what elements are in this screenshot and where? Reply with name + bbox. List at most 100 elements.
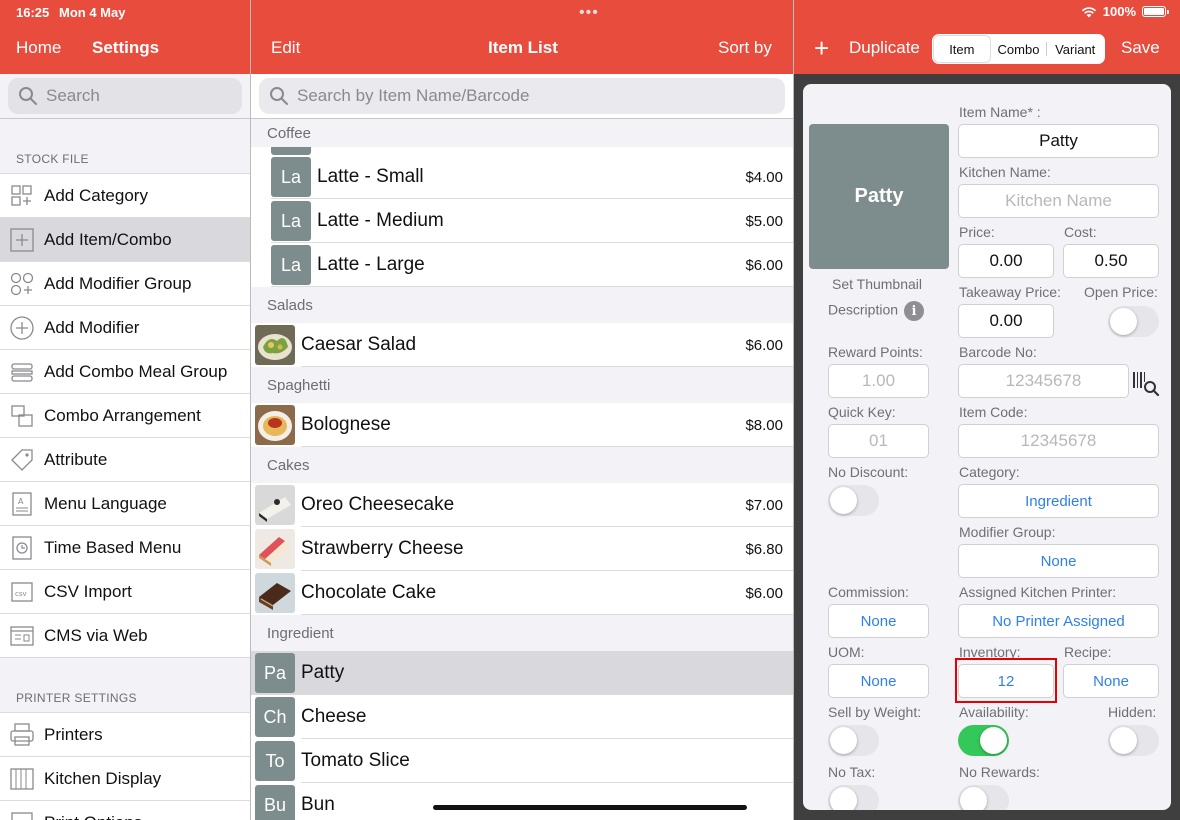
- save-button[interactable]: Save: [1121, 38, 1160, 58]
- uom-button[interactable]: None: [828, 664, 929, 698]
- kitchen-name-label: Kitchen Name:: [959, 164, 1051, 180]
- item-thumbnail[interactable]: Patty: [809, 124, 949, 269]
- reward-points-field[interactable]: 1.00: [828, 364, 929, 398]
- sidebar-item-csv-import[interactable]: csv CSV Import: [0, 570, 250, 614]
- no-rewards-label: No Rewards:: [959, 764, 1040, 780]
- modifier-group-button[interactable]: None: [958, 544, 1159, 578]
- sidebar-item-label: CSV Import: [44, 581, 132, 601]
- sidebar-item-attribute[interactable]: Attribute: [0, 438, 250, 482]
- item-price: $6.00: [745, 256, 783, 274]
- category-button[interactable]: Ingredient: [958, 484, 1159, 518]
- sidebar-item-label: Add Item/Combo: [44, 229, 172, 249]
- sidebar-item-label: CMS via Web: [44, 625, 148, 645]
- list-item[interactable]: La Latte - Medium $5.00: [251, 199, 793, 243]
- modifier-group-icon: [9, 271, 35, 297]
- sidebar-search-field[interactable]: Search: [8, 78, 242, 114]
- stock-file-menu: Add Category Add Item/Combo Add Modifier G…: [0, 173, 250, 658]
- item-name: Latte - Large: [317, 254, 425, 275]
- sell-by-weight-toggle[interactable]: [828, 725, 879, 756]
- cost-label: Cost:: [1064, 224, 1097, 240]
- multitasking-dots-icon[interactable]: •••: [579, 4, 599, 22]
- item-name: Patty: [301, 662, 345, 683]
- list-item[interactable]: Ch Cheese: [251, 695, 793, 739]
- list-item[interactable]: La Latte - Large $6.00: [251, 243, 793, 287]
- segment-combo[interactable]: Combo: [991, 36, 1047, 62]
- section-header-printer-settings: PRINTER SETTINGS: [16, 691, 137, 705]
- segment-item[interactable]: Item: [934, 36, 990, 62]
- commission-button[interactable]: None: [828, 604, 929, 638]
- category-header: Coffee: [251, 119, 793, 147]
- sidebar-item-label: Kitchen Display: [44, 768, 162, 788]
- csv-icon: csv: [9, 579, 35, 605]
- sidebar-item-add-category[interactable]: Add Category: [0, 174, 250, 218]
- sidebar-item-combo-arrangement[interactable]: Combo Arrangement: [0, 394, 250, 438]
- quick-key-field[interactable]: 01: [828, 424, 929, 458]
- list-item[interactable]: Pa Patty: [251, 651, 793, 695]
- plus-square-icon: [9, 227, 35, 253]
- item-name-field[interactable]: Patty: [958, 124, 1159, 158]
- item-price: $6.00: [745, 584, 783, 602]
- barcode-field[interactable]: 12345678: [958, 364, 1129, 398]
- home-indicator: [433, 805, 747, 810]
- item-search-field[interactable]: Search by Item Name/Barcode: [259, 78, 785, 114]
- home-button[interactable]: Home: [16, 38, 61, 58]
- item-code-field[interactable]: 12345678: [958, 424, 1159, 458]
- list-item[interactable]: Chocolate Cake $6.00: [251, 571, 793, 615]
- open-price-toggle[interactable]: [1108, 306, 1159, 337]
- list-item[interactable]: Strawberry Cheese $6.80: [251, 527, 793, 571]
- settings-sidebar: Search STOCK FILE Add Category Add Item/C…: [0, 74, 250, 820]
- edit-button[interactable]: Edit: [271, 38, 300, 58]
- no-tax-toggle[interactable]: [828, 785, 879, 810]
- sidebar-item-add-combo-meal-group[interactable]: Add Combo Meal Group: [0, 350, 250, 394]
- availability-toggle[interactable]: [958, 725, 1009, 756]
- sort-by-button[interactable]: Sort by: [718, 38, 772, 58]
- language-icon: A: [9, 491, 35, 517]
- list-item[interactable]: Bolognese $8.00: [251, 403, 793, 447]
- item-thumbnail-image: [255, 573, 295, 613]
- kitchen-printer-button[interactable]: No Printer Assigned: [958, 604, 1159, 638]
- recipe-button[interactable]: None: [1063, 664, 1159, 698]
- wifi-icon: [1081, 6, 1096, 17]
- sidebar-item-cms-via-web[interactable]: CMS via Web: [0, 614, 250, 658]
- kitchen-name-field[interactable]: Kitchen Name: [958, 184, 1159, 218]
- commission-label: Commission:: [828, 584, 909, 600]
- item-thumbnail-image: [255, 405, 295, 445]
- sidebar-item-time-based-menu[interactable]: Time Based Menu: [0, 526, 250, 570]
- sidebar-item-add-item-combo[interactable]: Add Item/Combo: [0, 218, 250, 262]
- no-rewards-toggle[interactable]: [958, 785, 1009, 810]
- sidebar-item-label: Menu Language: [44, 493, 167, 513]
- sidebar-item-add-modifier[interactable]: Add Modifier: [0, 306, 250, 350]
- sidebar-item-printers[interactable]: Printers: [0, 713, 250, 757]
- section-header-stock-file: STOCK FILE: [16, 152, 89, 166]
- tag-icon: [9, 447, 35, 473]
- item-list-title: Item List: [488, 38, 558, 57]
- list-item[interactable]: Oreo Cheesecake $7.00: [251, 483, 793, 527]
- segment-variant[interactable]: Variant: [1047, 36, 1103, 62]
- barcode-scan-icon[interactable]: [1132, 370, 1160, 396]
- list-item[interactable]: Caesar Salad $6.00: [251, 323, 793, 367]
- item-name: Latte - Medium: [317, 210, 444, 231]
- price-field[interactable]: 0.00: [958, 244, 1054, 278]
- no-discount-toggle[interactable]: [828, 485, 879, 516]
- item-price: $6.80: [745, 540, 783, 558]
- list-item[interactable]: To Tomato Slice: [251, 739, 793, 783]
- cost-field[interactable]: 0.50: [1063, 244, 1159, 278]
- sidebar-item-menu-language[interactable]: A Menu Language: [0, 482, 250, 526]
- sidebar-item-kitchen-display[interactable]: Kitchen Display: [0, 757, 250, 801]
- item-price: $7.00: [745, 496, 783, 514]
- item-name: Oreo Cheesecake: [301, 494, 455, 515]
- duplicate-button[interactable]: Duplicate: [849, 38, 920, 58]
- add-plus-icon[interactable]: +: [814, 33, 829, 64]
- set-thumbnail-button[interactable]: Set Thumbnail: [832, 276, 922, 292]
- sidebar-item-add-modifier-group[interactable]: Add Modifier Group: [0, 262, 250, 306]
- item-name-label: Item Name* :: [959, 104, 1041, 120]
- list-item[interactable]: Bu Bun: [251, 783, 793, 820]
- search-icon: [270, 87, 288, 105]
- item-name: Chocolate Cake: [301, 582, 437, 603]
- sidebar-item-print-options[interactable]: Print Options: [0, 801, 250, 820]
- info-icon[interactable]: i: [904, 301, 925, 321]
- no-discount-label: No Discount:: [828, 464, 909, 480]
- takeaway-price-field[interactable]: 0.00: [958, 304, 1054, 338]
- list-item[interactable]: La Latte - Small $4.00: [251, 155, 793, 199]
- hidden-toggle[interactable]: [1108, 725, 1159, 756]
